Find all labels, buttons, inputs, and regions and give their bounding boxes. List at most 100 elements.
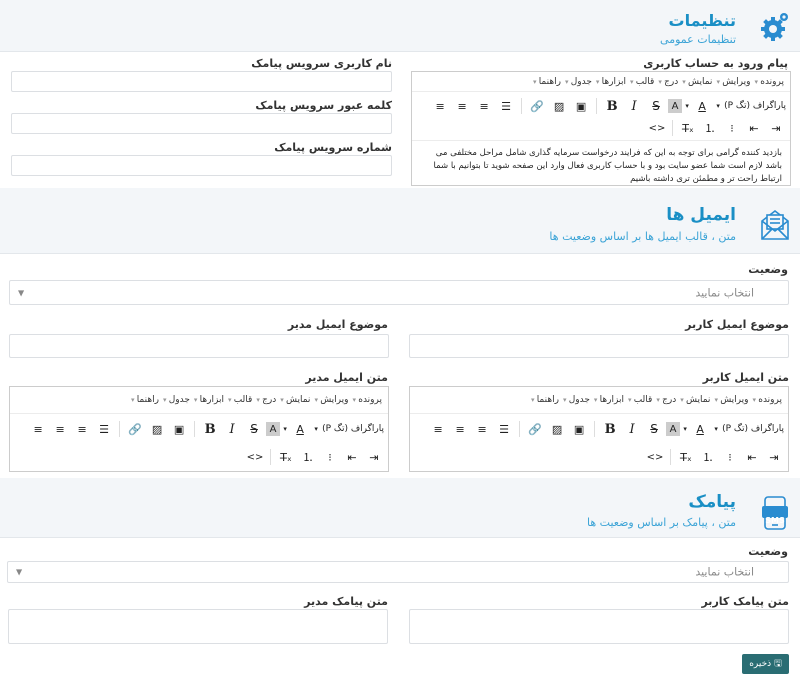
bullet-list-icon[interactable]: ⁝ <box>720 447 740 467</box>
format-select[interactable]: پاراگراف (تگ P) <box>722 419 784 439</box>
menu-insert[interactable]: درج <box>658 77 678 87</box>
menu-edit[interactable]: ویرایش <box>716 77 750 87</box>
format-select[interactable]: پاراگراف (تگ P) <box>724 96 786 116</box>
indent-icon[interactable]: ⇥ <box>766 118 786 138</box>
align-right-icon[interactable]: ≡ <box>474 96 494 116</box>
chevron-down-icon[interactable]: ▾ <box>682 419 688 439</box>
font-color-icon[interactable]: A <box>690 419 710 439</box>
outdent-icon[interactable]: ⇤ <box>742 447 762 467</box>
sms-status-select[interactable]: انتخاب نمایید ▼ <box>7 561 789 583</box>
sms-number-input[interactable] <box>11 155 392 176</box>
align-right-icon[interactable]: ≡ <box>472 419 492 439</box>
menu-insert[interactable]: درج <box>256 395 276 405</box>
strikethrough-icon[interactable]: S <box>644 419 664 439</box>
menu-tools[interactable]: ابزارها <box>194 395 224 405</box>
sms-password-input[interactable] <box>11 113 392 134</box>
italic-icon[interactable]: I <box>622 419 642 439</box>
clear-format-icon[interactable]: T̶ₓ <box>678 118 698 138</box>
align-left-icon[interactable]: ≡ <box>28 419 48 439</box>
menu-view[interactable]: نمایش <box>682 77 712 87</box>
italic-icon[interactable]: I <box>624 96 644 116</box>
background-color-icon[interactable]: A <box>266 422 281 436</box>
strikethrough-icon[interactable]: S <box>646 96 666 116</box>
image-icon[interactable]: ▨ <box>549 96 569 116</box>
menu-view[interactable]: نمایش <box>280 395 310 405</box>
admin-sms-textarea[interactable] <box>8 609 388 644</box>
numbered-list-icon[interactable]: ⒈ <box>298 447 318 467</box>
user-email-editor[interactable]: پرونده ویرایش نمایش درج قالب ابزارها جدو… <box>409 386 789 472</box>
save-button[interactable]: 🖫 ذخیره <box>742 654 789 674</box>
clear-format-icon[interactable]: T̶ₓ <box>676 447 696 467</box>
user-email-subject-input[interactable] <box>409 334 789 358</box>
menu-help[interactable]: راهنما <box>533 77 561 87</box>
menu-format[interactable]: قالب <box>630 77 655 87</box>
menu-file[interactable]: پرونده <box>352 395 382 405</box>
welcome-text[interactable]: بازدید کننده گرامی برای توجه به این که ف… <box>412 140 790 185</box>
outdent-icon[interactable]: ⇤ <box>342 447 362 467</box>
sms-username-input[interactable] <box>11 71 392 92</box>
align-justify-icon[interactable]: ☰ <box>496 96 516 116</box>
align-left-icon[interactable]: ≡ <box>430 96 450 116</box>
indent-icon[interactable]: ⇥ <box>764 447 784 467</box>
bold-icon[interactable]: B <box>200 419 220 439</box>
menu-help[interactable]: راهنما <box>531 395 559 405</box>
align-center-icon[interactable]: ≡ <box>50 419 70 439</box>
link-icon[interactable]: 🔗 <box>527 96 547 116</box>
indent-icon[interactable]: ⇥ <box>364 447 384 467</box>
image-icon[interactable]: ▨ <box>547 419 567 439</box>
code-icon[interactable]: <> <box>245 447 265 467</box>
menu-tools[interactable]: ابزارها <box>596 77 626 87</box>
media-icon[interactable]: ▣ <box>571 96 591 116</box>
align-justify-icon[interactable]: ☰ <box>494 419 514 439</box>
code-icon[interactable]: <> <box>645 447 665 467</box>
menu-table[interactable]: جدول <box>565 77 592 87</box>
bullet-list-icon[interactable]: ⁝ <box>320 447 340 467</box>
strikethrough-icon[interactable]: S <box>244 419 264 439</box>
clear-format-icon[interactable]: T̶ₓ <box>276 447 296 467</box>
outdent-icon[interactable]: ⇤ <box>744 118 764 138</box>
media-icon[interactable]: ▣ <box>169 419 189 439</box>
align-center-icon[interactable]: ≡ <box>450 419 470 439</box>
menu-help[interactable]: راهنما <box>131 395 159 405</box>
font-color-icon[interactable]: A <box>692 96 712 116</box>
user-sms-textarea[interactable] <box>409 609 789 644</box>
menu-file[interactable]: پرونده <box>752 395 782 405</box>
image-icon[interactable]: ▨ <box>147 419 167 439</box>
menu-edit[interactable]: ویرایش <box>314 395 348 405</box>
align-justify-icon[interactable]: ☰ <box>94 419 114 439</box>
chevron-down-icon[interactable]: ▾ <box>684 96 690 116</box>
background-color-icon[interactable]: A <box>666 422 681 436</box>
link-icon[interactable]: 🔗 <box>525 419 545 439</box>
align-center-icon[interactable]: ≡ <box>452 96 472 116</box>
bullet-list-icon[interactable]: ⁝ <box>722 118 742 138</box>
numbered-list-icon[interactable]: ⒈ <box>700 118 720 138</box>
admin-email-editor[interactable]: پرونده ویرایش نمایش درج قالب ابزارها جدو… <box>9 386 389 472</box>
code-icon[interactable]: <> <box>647 118 667 138</box>
email-status-select[interactable]: انتخاب نمایید ▼ <box>9 280 789 305</box>
background-color-icon[interactable]: A <box>668 99 683 113</box>
menu-tools[interactable]: ابزارها <box>594 395 624 405</box>
italic-icon[interactable]: I <box>222 419 242 439</box>
chevron-down-icon[interactable]: ▾ <box>714 96 722 116</box>
menu-table[interactable]: جدول <box>563 395 590 405</box>
menu-view[interactable]: نمایش <box>680 395 710 405</box>
media-icon[interactable]: ▣ <box>569 419 589 439</box>
format-select[interactable]: پاراگراف (تگ P) <box>322 419 384 439</box>
menu-table[interactable]: جدول <box>163 395 190 405</box>
numbered-list-icon[interactable]: ⒈ <box>698 447 718 467</box>
admin-email-subject-input[interactable] <box>9 334 389 358</box>
chevron-down-icon[interactable]: ▾ <box>282 419 288 439</box>
menu-format[interactable]: قالب <box>628 395 653 405</box>
welcome-editor[interactable]: پرونده ویرایش نمایش درج قالب ابزارها جدو… <box>411 71 791 186</box>
menu-file[interactable]: پرونده <box>754 77 784 87</box>
bold-icon[interactable]: B <box>602 96 622 116</box>
chevron-down-icon[interactable]: ▾ <box>312 419 320 439</box>
menu-insert[interactable]: درج <box>656 395 676 405</box>
font-color-icon[interactable]: A <box>290 419 310 439</box>
chevron-down-icon[interactable]: ▾ <box>712 419 720 439</box>
bold-icon[interactable]: B <box>600 419 620 439</box>
link-icon[interactable]: 🔗 <box>125 419 145 439</box>
menu-edit[interactable]: ویرایش <box>714 395 748 405</box>
align-right-icon[interactable]: ≡ <box>72 419 92 439</box>
align-left-icon[interactable]: ≡ <box>428 419 448 439</box>
